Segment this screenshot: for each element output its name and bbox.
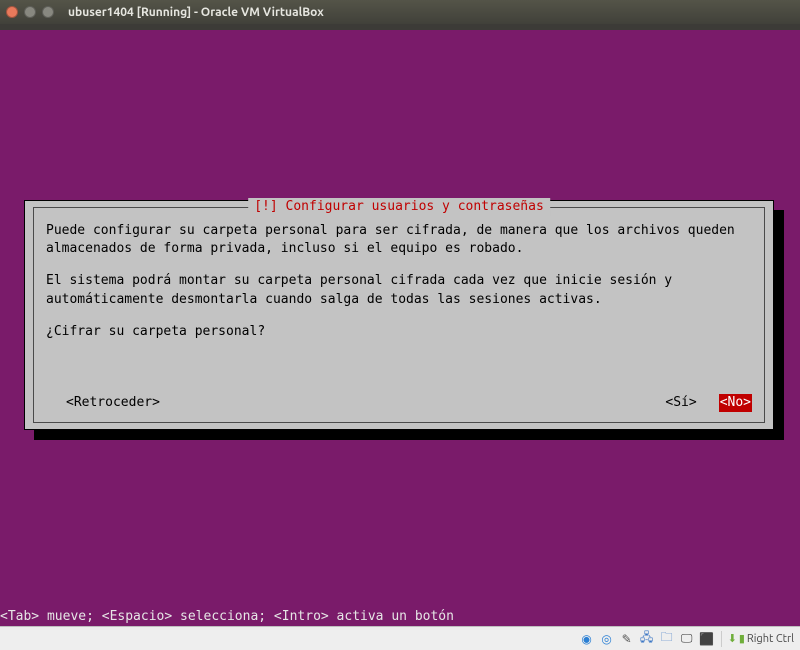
back-button[interactable]: <Retroceder> — [66, 394, 160, 412]
display-icon[interactable]: 🖵 — [679, 631, 695, 647]
keyboard-hint: <Tab> mueve; <Espacio> selecciona; <Intr… — [0, 609, 454, 624]
shared-folder-icon[interactable]: 🗀 — [659, 631, 675, 647]
hostkey-indicator[interactable]: ⬇ ▮ Right Ctrl — [728, 632, 794, 645]
hostkey-label: Right Ctrl — [747, 633, 794, 645]
hostkey-mouse-icon: ▮ — [739, 632, 745, 645]
no-button[interactable]: <No> — [719, 394, 752, 412]
close-icon[interactable] — [6, 6, 18, 18]
usb-icon[interactable]: ✎ — [619, 631, 635, 647]
yes-button[interactable]: <Sí> — [665, 394, 696, 412]
window-titlebar: ubuser1404 [Running] - Oracle VM Virtual… — [0, 0, 800, 24]
dialog-frame: [!] Configurar usuarios y contraseñas Pu… — [24, 200, 774, 430]
installer-dialog: [!] Configurar usuarios y contraseñas Pu… — [24, 200, 774, 430]
hostkey-arrow-icon: ⬇ — [728, 632, 737, 645]
network-icon[interactable]: 🖧 — [639, 631, 655, 647]
dialog-paragraph-2: El sistema podrá montar su carpeta perso… — [46, 272, 752, 308]
status-separator — [721, 631, 722, 647]
dialog-body: [!] Configurar usuarios y contraseñas Pu… — [33, 207, 765, 423]
dialog-paragraph-1: Puede configurar su carpeta personal par… — [46, 222, 752, 258]
dialog-buttons-row: <Retroceder> <Sí> <No> — [46, 394, 752, 412]
minimize-icon[interactable] — [24, 6, 36, 18]
vm-statusbar: ◉ ◎ ✎ 🖧 🗀 🖵 ⬛ ⬇ ▮ Right Ctrl — [0, 626, 800, 650]
recording-icon[interactable]: ⬛ — [699, 631, 715, 647]
maximize-icon[interactable] — [42, 6, 54, 18]
dialog-question: ¿Cifrar su carpeta personal? — [46, 323, 752, 341]
optical-disk-icon[interactable]: ◎ — [599, 631, 615, 647]
vm-display: [!] Configurar usuarios y contraseñas Pu… — [0, 30, 800, 626]
dialog-title: [!] Configurar usuarios y contraseñas — [248, 198, 550, 216]
hard-disk-icon[interactable]: ◉ — [579, 631, 595, 647]
window-title: ubuser1404 [Running] - Oracle VM Virtual… — [68, 6, 324, 19]
